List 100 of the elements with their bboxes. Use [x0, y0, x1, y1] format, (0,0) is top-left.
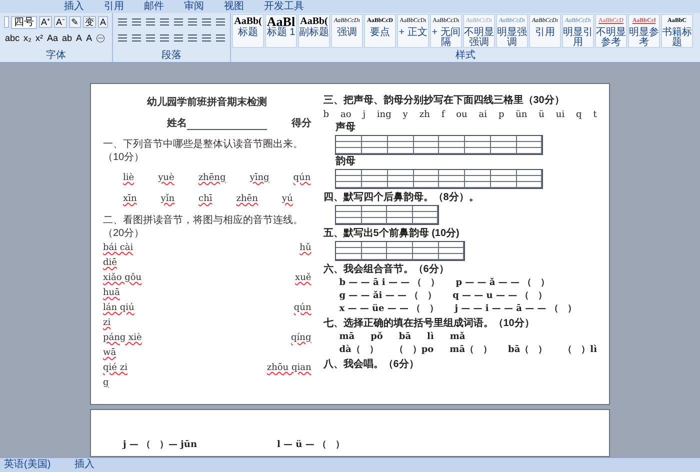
- section-heading: 五、默写出5个前鼻韵母 (10分): [323, 228, 460, 240]
- exercise-text: pǒ: [370, 331, 383, 343]
- pinyin-word: huā: [103, 287, 120, 300]
- insert-mode-indicator[interactable]: 插入: [74, 459, 95, 471]
- section-label: 声母: [334, 122, 356, 134]
- exercise-text: j — — i — — ā — — （ ）: [454, 303, 576, 315]
- toolbar-button[interactable]: 变: [82, 16, 96, 28]
- toolbar-button[interactable]: ㊀: [95, 32, 106, 44]
- section-heading: 四、默写四个后鼻韵母。（8分）。: [323, 192, 480, 204]
- exercise-text: mā（ ）: [450, 344, 492, 356]
- list-icon[interactable]: [117, 17, 128, 27]
- style-name: 引用: [535, 28, 555, 38]
- toolbar-button[interactable]: abc: [4, 32, 21, 44]
- exercise-text: j — （ ）— jūn: [123, 438, 197, 452]
- ribbon-tab[interactable]: 视图: [224, 0, 244, 13]
- language-indicator[interactable]: 英语(美国): [4, 459, 51, 471]
- score-label: 得分: [291, 117, 312, 130]
- ribbon-tab[interactable]: 开发工具: [264, 0, 304, 13]
- pinyin-syllable: qún: [293, 172, 311, 185]
- style-name: + 正文: [398, 28, 428, 38]
- pinyin-syllable: zhēn: [236, 193, 258, 206]
- exercise-text: p — — ǎ — — （ ）: [456, 277, 550, 289]
- style-sample: AaBb(: [234, 15, 262, 27]
- pinyin-letter: y: [402, 109, 408, 121]
- align-icon[interactable]: [117, 33, 128, 43]
- align-icon[interactable]: [215, 33, 226, 43]
- exercise-text: mǎ: [450, 331, 466, 343]
- pinyin-word: qié zi: [103, 362, 128, 375]
- ribbon-tab[interactable]: 引用: [104, 0, 124, 13]
- exercise-text: bā（ ）: [508, 344, 548, 356]
- pinyin-syllable: xīn: [123, 193, 137, 206]
- list-icon[interactable]: [201, 17, 212, 27]
- pinyin-letter: ü: [538, 109, 544, 121]
- pinyin-letter: b: [323, 109, 330, 121]
- toolbar-button[interactable]: x²: [34, 32, 44, 44]
- style-name: 要点: [370, 28, 390, 38]
- toolbar-button[interactable]: A: [85, 32, 94, 44]
- pinyin-syllable: zhēng: [198, 172, 226, 185]
- style-tile[interactable]: AaBb( 副标题: [298, 14, 330, 48]
- list-icon[interactable]: [173, 17, 184, 27]
- toolbar-button[interactable]: ✎: [68, 16, 81, 28]
- list-icon[interactable]: [131, 17, 142, 27]
- toolbar-button[interactable]: A⁺: [38, 16, 52, 28]
- exercise-text: lì: [427, 331, 434, 343]
- pinyin-letter: t: [593, 109, 597, 121]
- pinyin-syllable: yīng: [250, 172, 270, 185]
- toolbar-button[interactable]: A: [75, 32, 84, 44]
- list-icon[interactable]: [159, 17, 170, 27]
- section-heading: 三、把声母、韵母分别抄写在下面四线三格里（30分）: [323, 95, 566, 107]
- toolbar-button[interactable]: Aa: [46, 32, 60, 44]
- pinyin-word: páng xiè: [103, 332, 142, 345]
- pinyin-letter: ing: [376, 109, 392, 121]
- style-tile[interactable]: AaBl 标题 1: [265, 14, 297, 48]
- pinyin-word: zi: [103, 317, 111, 330]
- style-name: 不明显参考: [596, 28, 626, 48]
- style-name: + 无间隔: [431, 28, 461, 48]
- exercise-text: （ ）po: [394, 344, 434, 356]
- pinyin-syllable: yuè: [158, 172, 174, 185]
- toolbar-button[interactable]: A: [98, 16, 108, 28]
- document-title: 幼儿园学前班拼音期末检测: [146, 96, 268, 109]
- list-icon[interactable]: [187, 17, 198, 27]
- name-label: 姓名: [167, 117, 187, 130]
- ribbon-tab[interactable]: 插入: [64, 0, 84, 13]
- style-sample: AaBb(: [300, 15, 328, 27]
- pinyin-letter: ün: [516, 109, 528, 121]
- pinyin-word: hǔ: [300, 242, 312, 255]
- align-icon[interactable]: [187, 33, 198, 43]
- align-icon[interactable]: [145, 33, 156, 43]
- pinyin-letter: ai: [478, 109, 487, 121]
- exercise-text: mā: [339, 331, 355, 343]
- toolbar-button[interactable]: A⁻: [54, 16, 67, 28]
- exercise-text: b — — ā i — — （ ）: [339, 277, 440, 289]
- list-icon[interactable]: [215, 17, 226, 27]
- pinyin-letter: p: [498, 109, 504, 121]
- list-icon[interactable]: [145, 17, 156, 27]
- align-icon[interactable]: [173, 33, 184, 43]
- font-size-field[interactable]: 四号: [10, 16, 37, 28]
- align-icon[interactable]: [201, 33, 212, 43]
- group-label: 样式: [454, 50, 476, 62]
- pinyin-word: qún: [294, 302, 312, 315]
- style-name: 标题: [238, 28, 258, 38]
- pinyin-syllable: yǐn: [160, 193, 175, 206]
- ribbon-tab[interactable]: 审阅: [184, 0, 204, 13]
- style-name: 副标题: [299, 28, 329, 38]
- section-heading: 一、下列音节中哪些是整体认读音节圈出来。（10分）: [103, 138, 304, 164]
- style-tile[interactable]: AaBb( 标题: [232, 14, 264, 48]
- group-label: 字体: [45, 50, 67, 62]
- align-icon[interactable]: [131, 33, 142, 43]
- pinyin-word: diē: [103, 257, 117, 270]
- font-name-field[interactable]: [4, 16, 9, 28]
- ribbon-tab[interactable]: 邮件: [144, 0, 164, 13]
- pinyin-word: xuě: [295, 272, 312, 285]
- section-heading: 七、选择正确的填在括号里组成词语。（10分）: [323, 318, 536, 330]
- toolbar-button[interactable]: ab: [61, 32, 74, 44]
- exercise-text: g — — ǎi — — （ ）: [339, 290, 437, 302]
- pinyin-word: bái cài: [103, 242, 134, 255]
- pinyin-word: g: [103, 377, 109, 390]
- toolbar-button[interactable]: x₂: [22, 32, 33, 44]
- section-heading: 八、我会唱。（6分）: [323, 359, 420, 371]
- align-icon[interactable]: [159, 33, 170, 43]
